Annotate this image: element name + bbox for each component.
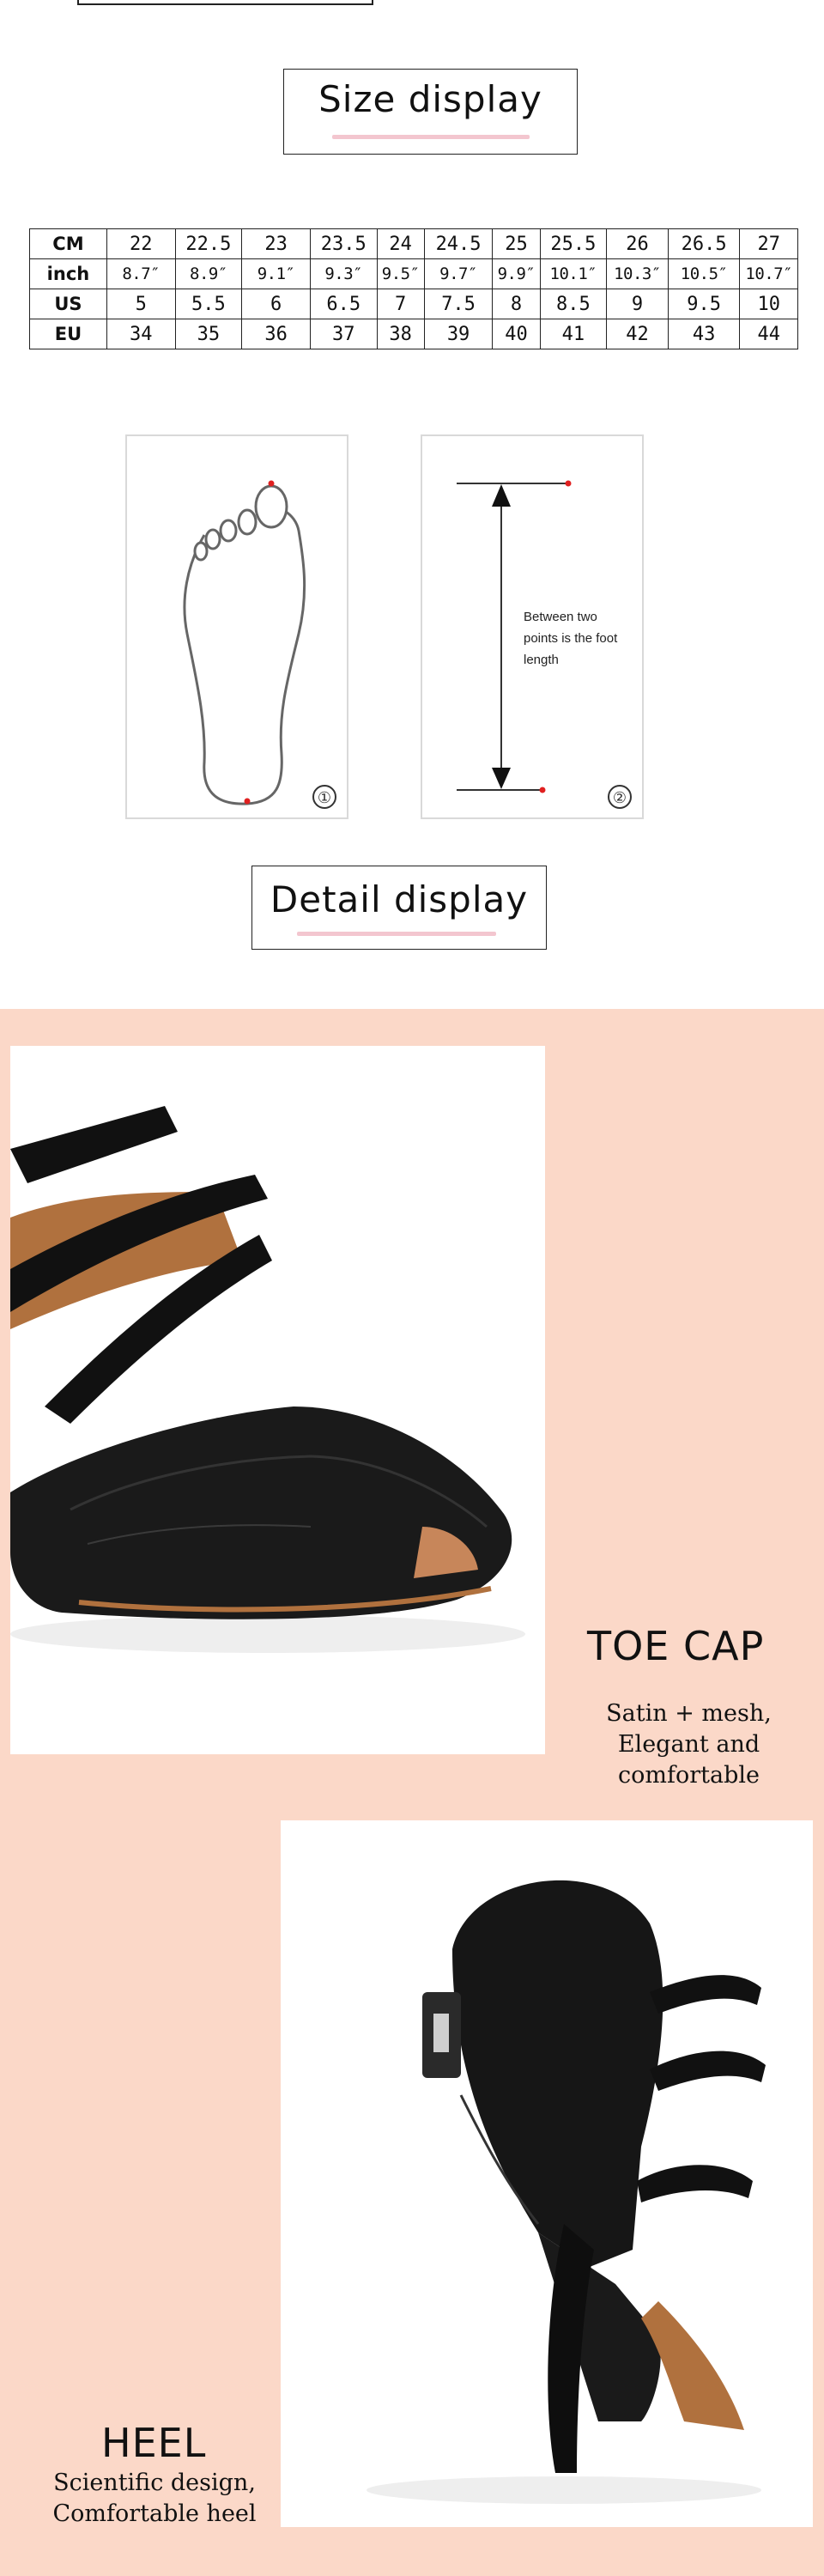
detail-display-title-box: Detail display (251, 866, 547, 950)
size-row-label: US (29, 289, 107, 319)
size-cell: 5.5 (174, 289, 243, 319)
size-cell: 23 (241, 228, 311, 259)
size-cell: 9.1″ (241, 258, 311, 289)
toe-cap-shoe-image (10, 1106, 525, 1653)
size-cell: 38 (376, 319, 425, 349)
size-cell: 27 (739, 228, 798, 259)
size-cell: 9 (606, 289, 669, 319)
size-cell: 7 (376, 289, 425, 319)
size-cell: 42 (606, 319, 669, 349)
size-cell: 25.5 (539, 228, 608, 259)
size-cell: 5 (106, 289, 176, 319)
heel-description: Scientific design, Comfortable heel (26, 2468, 283, 2530)
size-row-label: EU (29, 319, 107, 349)
toe-cap-title: TOE CAP (587, 1623, 765, 1669)
size-cell: 8.9″ (174, 258, 243, 289)
size-cell: 7.5 (423, 289, 494, 319)
size-display-title: Size display (318, 78, 542, 120)
size-cell: 8 (492, 289, 541, 319)
size-row-inch: inch 8.7″ 8.9″ 9.1″ 9.3″ 9.5″ 9.7″ 9.9″ 10.1″ 10.… (29, 258, 798, 289)
size-cell: 43 (667, 319, 741, 349)
size-cell: 9.5 (667, 289, 741, 319)
detail-title-underline (297, 932, 496, 936)
size-cell: 6 (241, 289, 311, 319)
size-cell: 35 (174, 319, 243, 349)
size-cell: 37 (309, 319, 378, 349)
size-cell: 26.5 (667, 228, 741, 259)
detail-display-title: Detail display (270, 878, 529, 920)
foot-outline-card: ① (125, 434, 348, 819)
size-cell: 10.3″ (606, 258, 669, 289)
size-cell: 25 (492, 228, 541, 259)
heel-desc-line-2: Comfortable heel (52, 2500, 257, 2527)
heel-photo (281, 1820, 813, 2527)
size-cell: 9.9″ (492, 258, 541, 289)
foot-length-card: Between two points is the foot length ② (421, 434, 644, 819)
size-cell: 41 (539, 319, 608, 349)
size-cell: 10 (739, 289, 798, 319)
size-cell: 6.5 (309, 289, 378, 319)
heel-shoe-image (367, 1880, 766, 2504)
size-chart-table: CM 22 22.5 23 23.5 24 24.5 25 25.5 26 26.5 27 inch 8.… (29, 228, 798, 349)
size-cell: 36 (241, 319, 311, 349)
size-cell: 22 (106, 228, 176, 259)
toe-cap-desc-line-2: Elegant and comfortable (617, 1731, 760, 1789)
size-cell: 23.5 (309, 228, 378, 259)
size-cell: 9.7″ (423, 258, 494, 289)
step-number-1: ① (312, 785, 336, 809)
heel-title: HEEL (101, 2420, 207, 2466)
size-cell: 10.1″ (539, 258, 608, 289)
previous-section-box-fragment (77, 0, 373, 5)
toe-cap-desc-line-1: Satin + mesh, (606, 1700, 772, 1727)
size-cell: 24.5 (423, 228, 494, 259)
size-cell: 9.5″ (376, 258, 425, 289)
size-cell: 9.3″ (309, 258, 378, 289)
size-cell: 22.5 (174, 228, 243, 259)
toe-cap-description: Satin + mesh, Elegant and comfortable (554, 1698, 824, 1791)
heel-desc-line-1: Scientific design, (53, 2470, 256, 2496)
size-row-cm: CM 22 22.5 23 23.5 24 24.5 25 25.5 26 26.5 27 (29, 228, 798, 259)
size-cell: 44 (739, 319, 798, 349)
foot-outline-illustration (183, 480, 306, 805)
size-cell: 10.5″ (667, 258, 741, 289)
size-cell: 40 (492, 319, 541, 349)
size-cell: 10.7″ (739, 258, 798, 289)
size-row-us: US 5 5.5 6 6.5 7 7.5 8 8.5 9 9.5 10 (29, 289, 798, 319)
size-cell: 34 (106, 319, 176, 349)
size-cell: 26 (606, 228, 669, 259)
size-cell: 8.5 (539, 289, 608, 319)
size-display-title-box: Size display (283, 69, 578, 155)
size-cell: 8.7″ (106, 258, 176, 289)
foot-length-caption: Between two points is the foot length (524, 610, 618, 667)
size-title-underline (332, 135, 530, 139)
size-row-eu: EU 34 35 36 37 38 39 40 41 42 43 44 (29, 319, 798, 349)
size-cell: 39 (423, 319, 494, 349)
size-row-label: inch (29, 258, 107, 289)
toe-cap-photo (10, 1046, 545, 1754)
step-number-2: ② (608, 785, 632, 809)
size-row-label: CM (29, 228, 107, 259)
size-cell: 24 (376, 228, 425, 259)
